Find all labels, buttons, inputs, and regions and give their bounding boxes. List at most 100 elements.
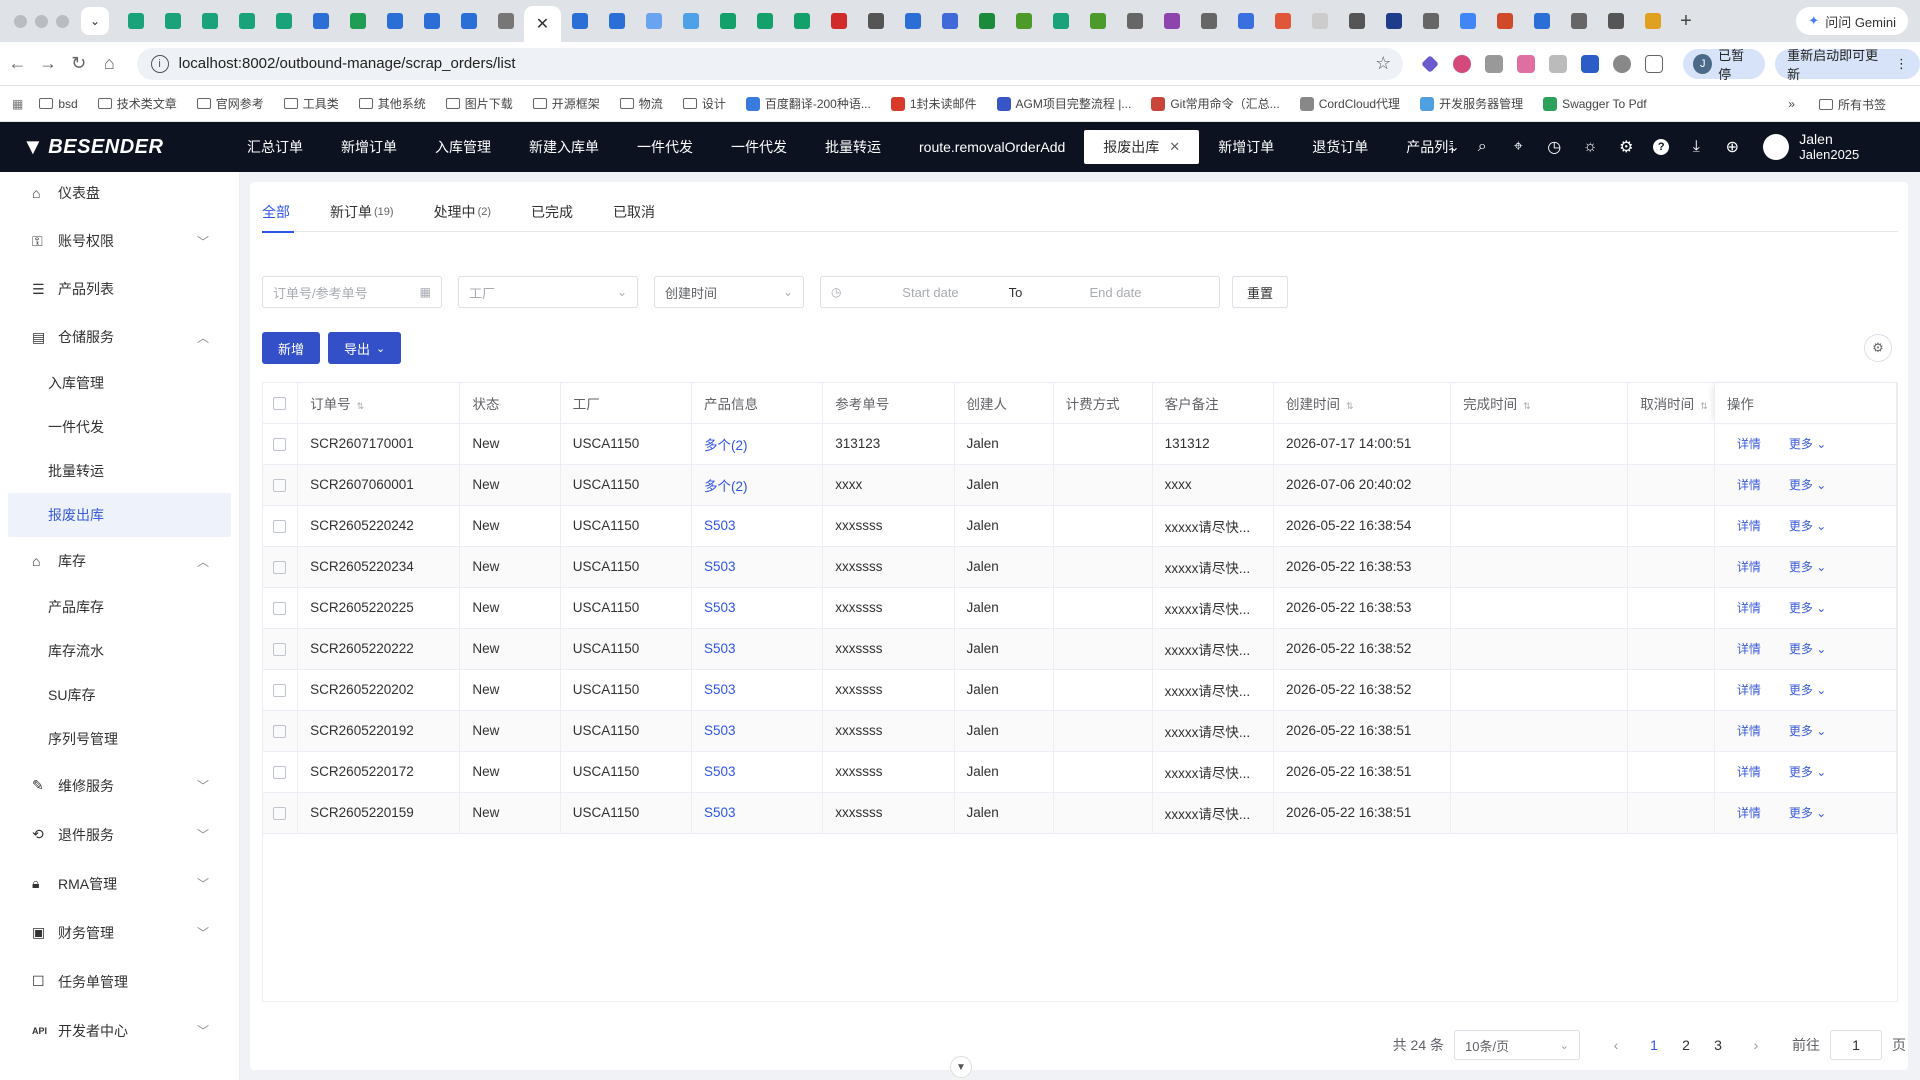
product-info-link[interactable]: S503 (691, 792, 824, 834)
product-info-link[interactable]: 多个(2) (691, 464, 824, 506)
time-type-select[interactable]: 创建时间 ⌄ (654, 276, 804, 308)
sidebar-item[interactable]: ⌂ 仪表盘 (0, 169, 239, 217)
detail-link[interactable]: 详情 (1737, 642, 1761, 656)
detail-link[interactable]: 详情 (1737, 437, 1761, 451)
topnav-tab[interactable]: 入库管理 (416, 130, 510, 164)
sort-icon[interactable]: ⇅ (1346, 401, 1354, 411)
browser-tab[interactable] (598, 6, 635, 36)
detail-link[interactable]: 详情 (1737, 724, 1761, 738)
page-number[interactable]: 3 (1702, 1037, 1734, 1053)
product-info-link[interactable]: S503 (691, 587, 824, 629)
browser-tab[interactable] (1597, 6, 1634, 36)
topnav-tab[interactable]: 产品列表 (1387, 130, 1453, 164)
browser-tab[interactable] (1375, 6, 1412, 36)
bookmark-item[interactable]: 设计 (682, 95, 726, 112)
detail-link[interactable]: 详情 (1737, 519, 1761, 533)
extension-icon[interactable] (1613, 54, 1632, 73)
sidebar-subitem[interactable]: SU库存 (0, 673, 239, 717)
checkbox-icon[interactable] (273, 478, 286, 492)
restart-update-button[interactable]: 重新启动即可更新 ⋮ (1775, 48, 1920, 82)
user-menu[interactable]: Jalen Jalen2025 (1763, 131, 1859, 163)
page-size-select[interactable]: 10条/页 ⌄ (1454, 1030, 1580, 1060)
sidebar-subitem[interactable]: 一件代发 (0, 405, 239, 449)
browser-tab[interactable] (1338, 6, 1375, 36)
more-dropdown[interactable]: 更多 ⌄ (1789, 724, 1826, 738)
checkbox-icon[interactable] (273, 683, 286, 697)
browser-tab[interactable] (931, 6, 968, 36)
bookmark-item[interactable]: 物流 (619, 95, 663, 112)
sidebar-item[interactable]: 🔒︎ RMA管理 ﹀ (0, 859, 239, 908)
apps-grid-icon[interactable]: ▦ (12, 97, 23, 111)
active-browser-tab[interactable]: ✕ (524, 6, 561, 42)
row-checkbox[interactable] (263, 505, 299, 547)
back-arrow-icon[interactable]: ← (4, 53, 31, 74)
bookmark-item[interactable]: bsd (39, 95, 78, 112)
sidebar-subitem[interactable]: 序列号管理 (0, 717, 239, 761)
sidebar-item[interactable]: API 开发者中心 ﹀ (0, 1006, 239, 1055)
page-number[interactable]: 1 (1638, 1037, 1670, 1053)
browser-tab[interactable] (1412, 6, 1449, 36)
row-checkbox[interactable] (263, 546, 299, 588)
bookmark-item[interactable]: 1封未读邮件 (890, 95, 977, 112)
url-text[interactable]: localhost:8002/outbound-manage/scrap_ord… (179, 55, 516, 72)
browser-tab[interactable] (191, 6, 228, 36)
browser-tab[interactable] (1486, 6, 1523, 36)
factory-select[interactable]: 工厂 ⌄ (458, 276, 638, 308)
browser-tab[interactable] (1560, 6, 1597, 36)
collapse-chevron-down-icon[interactable]: ▼ (950, 1056, 972, 1078)
clock-icon[interactable]: ◷ (1545, 137, 1563, 157)
site-info-icon[interactable]: i (150, 54, 169, 73)
row-checkbox[interactable] (263, 423, 299, 465)
topnav-tab[interactable]: route.removalOrderAdd (900, 130, 1084, 164)
topnav-tab[interactable]: 一件代发 (712, 130, 806, 164)
more-dropdown[interactable]: 更多 ⌄ (1789, 806, 1826, 820)
gemini-button[interactable]: ✦ 问问 Gemini (1796, 7, 1908, 35)
date-range-picker[interactable]: ◷ Start date To End date (820, 276, 1220, 308)
checkbox-icon[interactable] (273, 642, 286, 656)
browser-tab[interactable] (1523, 6, 1560, 36)
more-vert-icon[interactable]: ⋮ (1895, 56, 1908, 72)
browser-tab[interactable] (1449, 6, 1486, 36)
browser-tab[interactable] (1227, 6, 1264, 36)
start-date-input[interactable]: Start date (865, 285, 995, 300)
close-icon[interactable]: ✕ (1169, 139, 1180, 155)
more-dropdown[interactable]: 更多 ⌄ (1789, 601, 1826, 615)
sort-icon[interactable]: ⇅ (1700, 401, 1708, 411)
select-all-checkbox[interactable] (263, 383, 299, 424)
more-bookmarks-chevron-icon[interactable]: » (1788, 97, 1795, 111)
browser-tab[interactable] (968, 6, 1005, 36)
checkbox-icon[interactable] (273, 601, 286, 615)
search-icon[interactable]: ⌕ (1473, 138, 1491, 156)
detail-link[interactable]: 详情 (1737, 478, 1761, 492)
browser-tab[interactable] (672, 6, 709, 36)
reload-icon[interactable]: ↻ (65, 53, 92, 74)
sidebar-item[interactable]: ▣ 财务管理 ﹀ (0, 908, 239, 957)
sidebar-subitem[interactable]: 批量转运 (0, 449, 239, 493)
bookmark-item[interactable]: 图片下载 (445, 95, 513, 112)
product-info-link[interactable]: S503 (691, 710, 824, 752)
plus-circle-icon[interactable]: ⊕ (1723, 137, 1741, 157)
topnav-tab[interactable]: 汇总订单 (228, 130, 322, 164)
browser-tab[interactable] (413, 6, 450, 36)
topnav-tab[interactable]: 新增订单 (322, 130, 416, 164)
row-checkbox[interactable] (263, 464, 299, 506)
product-info-link[interactable]: S503 (691, 505, 824, 547)
browser-tab[interactable] (302, 6, 339, 36)
sidebar-item[interactable]: ▤ 仓储服务 ︿ (0, 313, 239, 361)
browser-tab[interactable] (561, 6, 598, 36)
bookmark-item[interactable]: 工具类 (283, 95, 339, 112)
bookmark-item[interactable]: 百度翻译-200种语... (745, 95, 871, 112)
product-info-link[interactable]: S503 (691, 546, 824, 588)
bookmark-item[interactable]: Swagger To Pdf (1543, 95, 1647, 112)
extension-icon[interactable] (1485, 54, 1504, 73)
more-dropdown[interactable]: 更多 ⌄ (1789, 765, 1826, 779)
product-info-link[interactable]: S503 (691, 751, 824, 793)
sidebar-item[interactable]: ⚿ 账号权限 ﹀ (0, 217, 239, 265)
browser-tab[interactable] (1264, 6, 1301, 36)
browser-tab[interactable] (1079, 6, 1116, 36)
bookmark-item[interactable]: CordCloud代理 (1299, 95, 1400, 112)
checkbox-icon[interactable] (273, 519, 286, 533)
extension-icon[interactable] (1549, 54, 1568, 73)
add-button[interactable]: 新增 (262, 332, 321, 364)
bookmark-item[interactable]: 开源框架 (532, 95, 600, 112)
